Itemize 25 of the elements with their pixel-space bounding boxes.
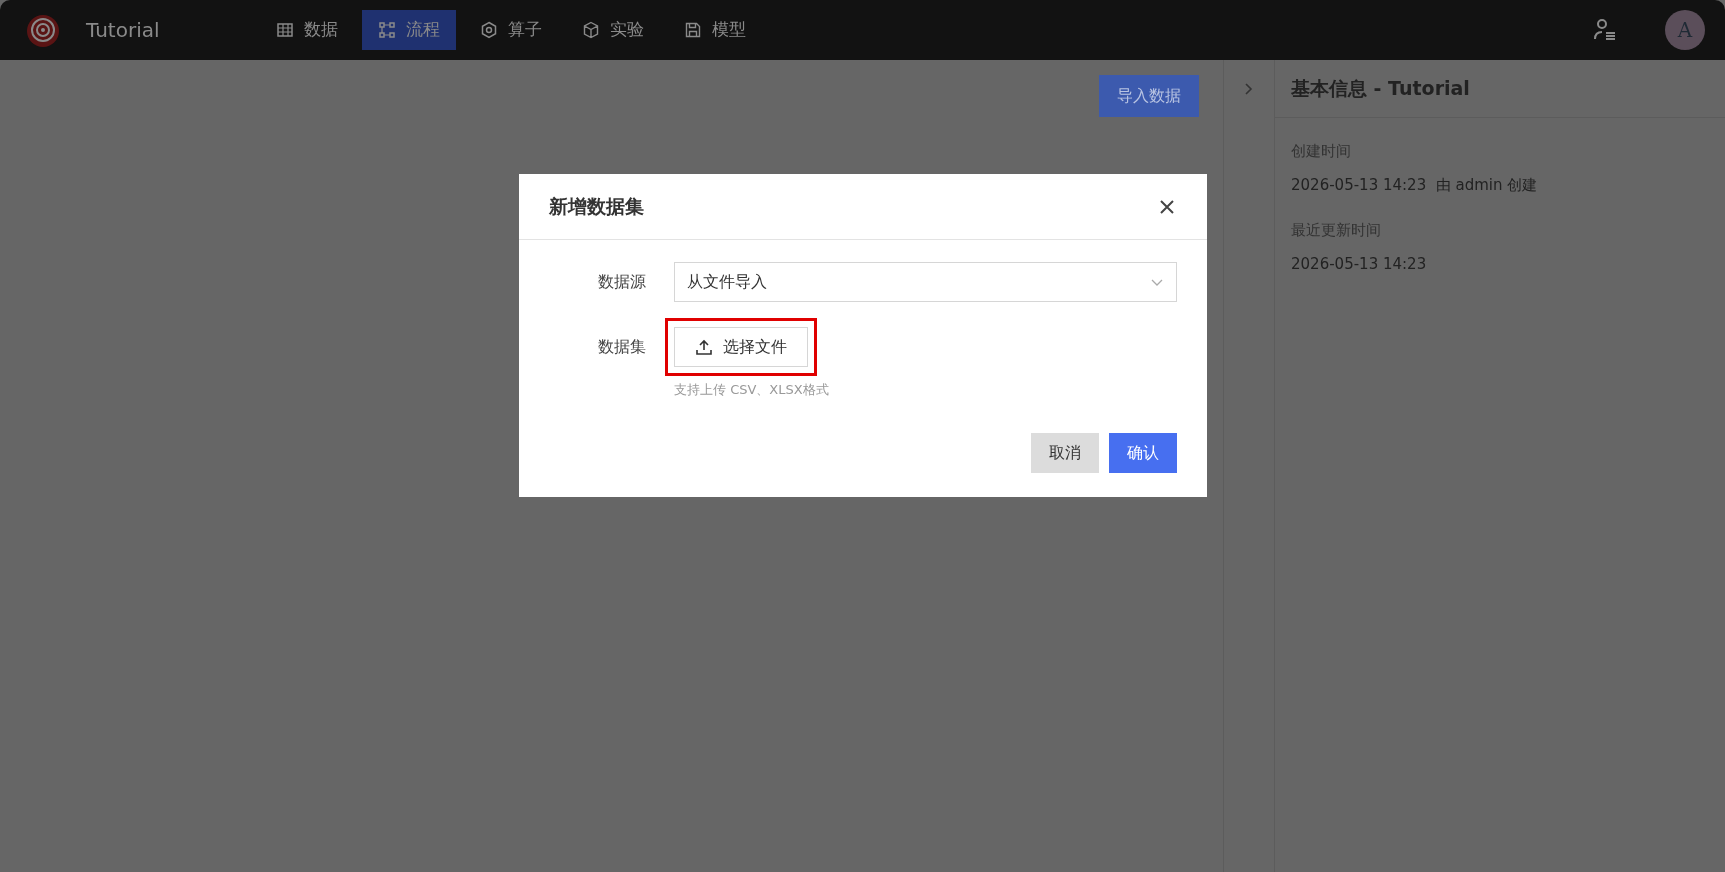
field-value: 2026-05-13 14:23 xyxy=(1291,254,1428,275)
field-value: 2026-05-13 14:23 由 admin 创建 xyxy=(1291,175,1539,196)
nav-tab[interactable]: 流程 xyxy=(361,10,456,50)
nav-tab[interactable]: 模型 xyxy=(667,10,762,50)
source-select[interactable]: 从文件导入 xyxy=(674,261,1177,302)
field-label: 数据源 xyxy=(597,270,647,293)
user-list-icon[interactable] xyxy=(1593,18,1617,42)
upload-icon xyxy=(695,337,713,356)
cancel-button[interactable]: 取消 xyxy=(1031,433,1099,473)
dialog-title: 新增数据集 xyxy=(549,194,644,219)
nav-tab[interactable]: 数据 xyxy=(259,10,354,50)
nav-tab[interactable]: 实验 xyxy=(565,10,660,50)
hint-text: 支持上传 CSV、XLSX格式 xyxy=(673,380,830,399)
field-label: 数据集 xyxy=(597,335,647,358)
flow-icon xyxy=(377,21,396,39)
choose-file-button[interactable]: 选择文件 xyxy=(674,326,808,367)
confirm-button[interactable]: 确认 xyxy=(1109,433,1177,473)
panel-title: 基本信息 - Tutorial xyxy=(1275,60,1725,118)
table-icon xyxy=(275,21,294,39)
close-icon xyxy=(1159,198,1175,215)
cube-icon xyxy=(581,21,600,39)
import-data-button[interactable]: 导入数据 xyxy=(1099,75,1199,117)
nav-tab[interactable]: 算子 xyxy=(463,10,558,50)
hexagon-icon xyxy=(479,21,498,39)
app-title: Tutorial xyxy=(86,17,160,44)
